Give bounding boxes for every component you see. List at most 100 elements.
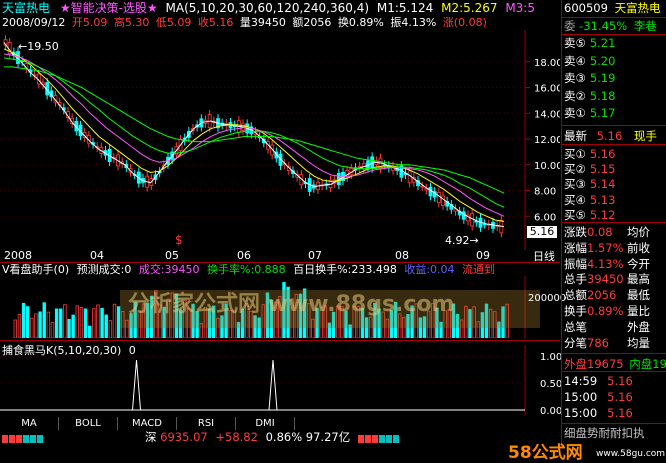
candle-body: [441, 195, 445, 206]
gain-value: 收益:0.04: [404, 263, 455, 276]
stat-row: 总手39450 最高: [564, 272, 650, 287]
stat-row: 涨跌0.08 均价: [564, 225, 650, 239]
volume-panel-label: V看盘助手(0): [2, 263, 70, 276]
stat-row: 振幅4.13% 今开: [564, 256, 650, 271]
forecast-volume: 预测成交:0: [76, 263, 132, 276]
period-label[interactable]: 日线: [533, 251, 555, 262]
volume-bar: [92, 308, 96, 338]
volume-bar: [30, 317, 34, 338]
sell-level: 卖③ 5.19: [564, 71, 616, 85]
indicator-y-tick: 1.00: [540, 352, 563, 363]
x-tick: 2008: [4, 249, 32, 262]
volume-bar: [104, 314, 108, 338]
tab-boll[interactable]: BOLL: [59, 417, 118, 430]
volume-bar: [88, 325, 92, 338]
volume-bar: [13, 319, 17, 338]
y-tick-label: 6.00: [534, 212, 556, 223]
y-tick-label: 14.00: [534, 109, 560, 120]
candle-body: [470, 213, 475, 227]
volume-bar: [71, 314, 75, 338]
stat-row: 换手0.89% 量比: [564, 304, 650, 318]
volume-value: 成交:39450: [138, 263, 200, 276]
buy-level: 买② 5.15: [564, 162, 616, 177]
tab-macd[interactable]: MACD: [118, 417, 177, 430]
watermark-text: 分析家公式网 www.88gs.com: [128, 292, 455, 317]
quote-panel: 600509 天富热电 委 -31.45% 李巷 最新 5.16 现手 外盘19…: [561, 0, 666, 444]
ma-m2: M2:5.267: [441, 1, 498, 15]
volume-bar: [100, 307, 104, 338]
price-chart[interactable]: 18.00 16.00 14.00 12.00 10.00 8.00 6.00: [0, 30, 560, 250]
volume-bar: [79, 307, 84, 338]
candle-body: [420, 185, 425, 188]
volume-bar: [17, 313, 22, 338]
signal-mark: $: [175, 233, 183, 247]
info-close: 收5.16: [197, 16, 234, 29]
index-value: 6935.07: [160, 430, 208, 444]
candle-body: [428, 186, 433, 197]
y-tick-label: 18.00: [534, 58, 560, 69]
sell-level: 卖① 5.17: [564, 106, 616, 120]
inner-volume: 内盘19: [629, 357, 666, 371]
stock-name: 天富热电: [2, 1, 51, 15]
strategy-title: ★智能决策-选股★: [59, 1, 158, 15]
buy-level: 买③ 5.14: [564, 177, 616, 192]
sell-level: 卖② 5.18: [564, 88, 616, 103]
index-name: 深: [145, 430, 157, 444]
quote-title: 600509 天富热电: [564, 1, 661, 15]
max-price-label: ←19.50: [18, 40, 59, 53]
volume-bar: [42, 302, 46, 338]
info-date: 2008/09/12: [2, 16, 66, 29]
info-volume: 量39450: [239, 16, 286, 29]
volume-bar: [96, 304, 100, 338]
index-amount: 97.27亿: [305, 430, 351, 444]
indicator-y-tick: 0.00: [540, 406, 563, 417]
tab-rsi[interactable]: RSI: [177, 417, 236, 430]
x-tick: 04: [90, 249, 104, 262]
tab-dmi[interactable]: DMI: [236, 417, 295, 430]
volume-bar: [25, 306, 30, 338]
indicator-spike: [132, 359, 141, 411]
indicator-spike: [268, 359, 278, 411]
x-tick: 07: [308, 249, 322, 262]
outer-volume: 外盘19675: [564, 357, 624, 371]
panel-bottom-label[interactable]: 细盘势耐耐扣执: [564, 426, 645, 440]
index-quote[interactable]: 深 6935.07 +58.82 0.86% 97.27亿: [145, 430, 351, 444]
indicator-chart[interactable]: [0, 345, 560, 415]
tab-ma[interactable]: MA: [0, 417, 59, 430]
ma-m1: M1:5.124: [376, 1, 434, 15]
y-tick-label: 10.00: [534, 161, 560, 172]
buy-level: 买④ 5.13: [564, 192, 616, 207]
brand-url: www.58gu.com: [596, 449, 666, 459]
volume-bar: [50, 322, 55, 338]
info-change: 涨(0.08): [442, 16, 487, 29]
info-open: 开5.09: [71, 16, 108, 29]
index-change: +58.82: [215, 430, 258, 444]
stat-row: 总笔 外盘: [564, 319, 650, 334]
chart-area[interactable]: 天富热电 ★智能决策-选股★ MA(5,10,20,30,60,120,240,…: [0, 0, 566, 444]
info-high: 高5.30: [113, 16, 150, 29]
x-tick: 09: [476, 249, 490, 262]
indicator-y-tick: 0.50: [540, 379, 563, 390]
stat-row: 涨幅1.57% 前收: [564, 240, 650, 255]
info-amplitude: 振4.13%: [390, 16, 437, 29]
volume-bar: [112, 303, 117, 338]
x-tick: 06: [237, 249, 251, 262]
x-tick: 05: [165, 249, 179, 262]
footer-bar: 58公式网 www.58gu.com: [0, 444, 666, 463]
x-tick: 08: [395, 249, 409, 262]
turnover-rate: 换手率%:0.888: [207, 263, 286, 276]
y-tick-label: 16.00: [534, 84, 560, 95]
wei-row: 委 -31.45% 李巷: [564, 19, 657, 33]
brand-logo: 58公式网: [508, 443, 583, 463]
chart-header: 天富热电 ★智能决策-选股★ MA(5,10,20,30,60,120,240,…: [2, 2, 535, 14]
volume-bar: [38, 311, 42, 338]
ohlc-info: 2008/09/12 开5.09 高5.30 低5.09 收5.16 量3945…: [2, 17, 487, 28]
info-low: 低5.09: [155, 16, 192, 29]
volume-bar: [54, 308, 59, 338]
stat-row: 总额2056 最低: [564, 288, 650, 303]
outer-inner-row: 外盘19675 内盘19: [564, 357, 666, 371]
hundred-day-turnover: 百日换手%:233.498: [293, 263, 397, 276]
y-tick-label: 8.00: [534, 187, 556, 198]
stat-row: 分笔786 均量: [564, 335, 650, 350]
ma-params: MA(5,10,20,30,60,120,240,360,4): [165, 1, 370, 15]
